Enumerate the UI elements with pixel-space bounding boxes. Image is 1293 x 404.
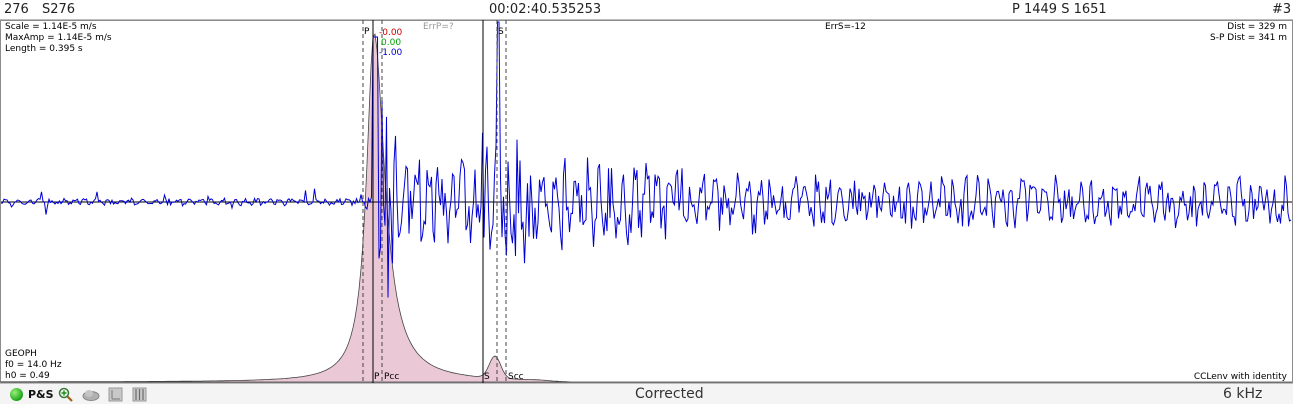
sensor-h0: h0 = 0.49 — [5, 371, 50, 381]
errp-text: ErrP=? — [423, 22, 454, 32]
dist-text: Dist = 329 m — [1227, 22, 1287, 32]
sensor-f0: f0 = 14.0 Hz — [5, 360, 62, 370]
pick-samples: P 1449 S 1651 — [1012, 2, 1107, 17]
header-bar: 276 S276 00:02:40.535253 P 1449 S 1651 #… — [0, 0, 1293, 20]
sensor-info: GEOPH f0 = 14.0 Hz h0 = 0.49 — [5, 349, 62, 382]
bottom-toolbar: P&S Corrected 6 kHz — [0, 383, 1293, 404]
channels-icon[interactable] — [132, 387, 147, 402]
pick-mode-label[interactable]: P&S — [28, 388, 54, 401]
zoom-in-icon[interactable] — [58, 387, 73, 402]
sample-rate: 6 kHz — [1223, 386, 1263, 402]
pcc-marker-label: Pcc — [384, 372, 400, 382]
s-top-label: S — [498, 27, 504, 37]
p-marker-label: P — [374, 372, 380, 382]
component-icon[interactable] — [108, 387, 123, 402]
envelope-label: CCLenv with identity — [1193, 372, 1287, 382]
cloud-icon[interactable] — [82, 387, 100, 402]
trace-index: #3 — [1272, 2, 1292, 17]
component-3-value: -1.00 — [379, 48, 403, 58]
channel-number: 276 — [4, 2, 29, 17]
scale-text: Scale = 1.14E-5 m/s — [5, 22, 97, 32]
s-marker-label: S — [484, 372, 490, 382]
seismic-trace — [0, 21, 1292, 298]
errs-text: ErrS=-12 — [825, 22, 866, 32]
station-name: S276 — [42, 2, 76, 17]
length-text: Length = 0.395 s — [5, 44, 83, 54]
waveform-plot[interactable] — [0, 20, 1293, 383]
trace-time: 00:02:40.535253 — [489, 2, 602, 17]
sp-dist-text: S-P Dist = 341 m — [1210, 33, 1287, 43]
green-status-icon[interactable] — [10, 388, 23, 401]
scale-info: Scale = 1.14E-5 m/s MaxAmp = 1.14E-5 m/s… — [5, 22, 112, 55]
p-top-label: P — [364, 27, 370, 37]
distance-info: Dist = 329 m S-P Dist = 341 m — [1210, 22, 1287, 44]
sensor-type: GEOPH — [5, 349, 37, 359]
scc-marker-label: Scc — [508, 372, 524, 382]
processing-status: Corrected — [635, 386, 704, 402]
maxamp-text: MaxAmp = 1.14E-5 m/s — [5, 33, 112, 43]
